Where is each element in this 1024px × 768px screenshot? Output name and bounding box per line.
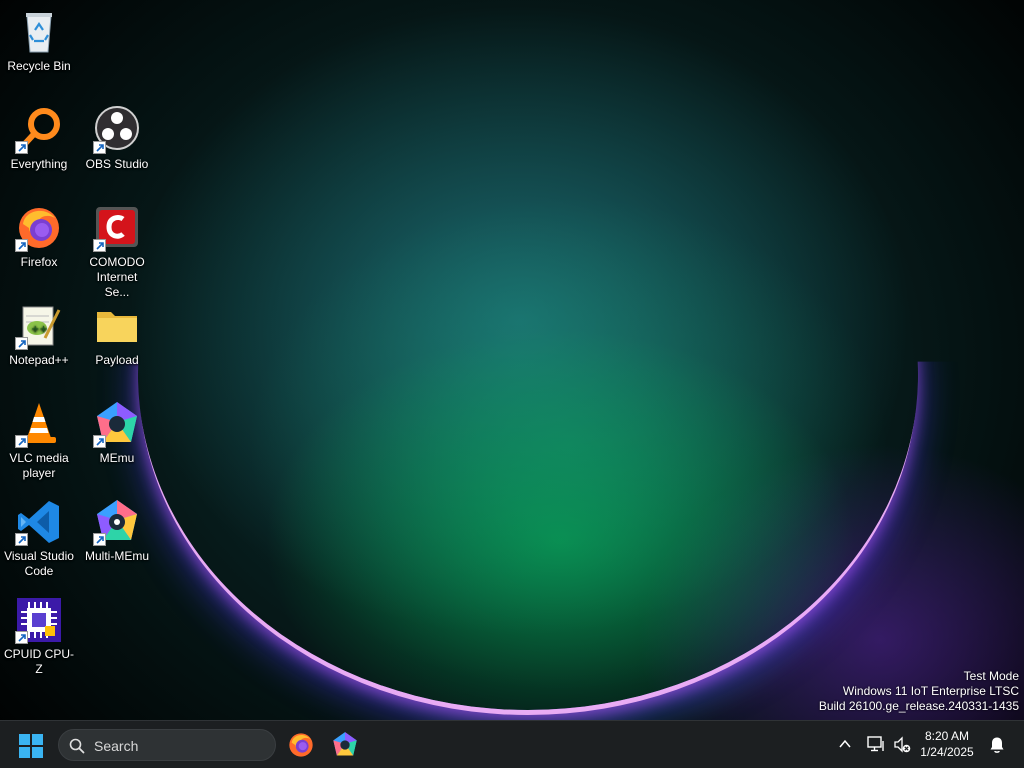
taskbar-clock[interactable]: 8:20 AM 1/24/2025: [912, 728, 982, 760]
desktop-icon-everything[interactable]: Everything: [1, 106, 77, 172]
desktop-icon-label: Notepad++: [9, 353, 69, 367]
desktop-icon-memu[interactable]: MEmu: [79, 400, 155, 466]
shortcut-arrow-icon: [93, 141, 106, 154]
desktop-icon-notepad-plus-plus[interactable]: ++ Notepad++: [1, 302, 77, 368]
watermark-line-build: Build 26100.ge_release.240331-1435: [818, 699, 1019, 713]
shortcut-arrow-icon: [93, 533, 106, 546]
show-hidden-icons-button[interactable]: [836, 721, 854, 768]
desktop-icon-multi-memu[interactable]: Multi-MEmu: [79, 498, 155, 564]
network-icon: [867, 736, 884, 752]
chevron-up-icon: [839, 739, 851, 748]
shortcut-arrow-icon: [93, 435, 106, 448]
shortcut-arrow-icon: [15, 435, 28, 448]
desktop-icon-label: MEmu: [99, 451, 135, 465]
desktop-icon-label: COMODO Internet Se...: [89, 255, 145, 299]
desktop-icon-cpu-z[interactable]: CPUID CPU-Z: [1, 596, 77, 677]
search-placeholder: Search: [94, 738, 139, 754]
comodo-icon: [93, 204, 141, 252]
shortcut-arrow-icon: [15, 337, 28, 350]
cpu-z-icon: [15, 596, 63, 644]
network-status-button[interactable]: [866, 721, 886, 768]
volume-button[interactable]: [892, 721, 912, 768]
test-mode-watermark: Test Mode Windows 11 IoT Enterprise LTSC…: [819, 669, 1019, 714]
search-icon: [69, 738, 85, 754]
desktop-icon-vlc[interactable]: VLC media player: [1, 400, 77, 481]
windows-logo-icon: [19, 734, 43, 758]
firefox-icon: [15, 204, 63, 252]
volume-muted-icon: [894, 736, 911, 753]
firefox-icon: [289, 733, 313, 757]
desktop-icon-obs-studio[interactable]: OBS Studio: [79, 106, 155, 172]
watermark-line-edition: Windows 11 IoT Enterprise LTSC: [842, 684, 1019, 698]
shortcut-arrow-icon: [93, 239, 106, 252]
shortcut-arrow-icon: [15, 533, 28, 546]
recycle-bin-icon: [15, 8, 63, 56]
everything-search-icon: [15, 106, 63, 154]
svg-text:++: ++: [31, 324, 48, 335]
notifications-button[interactable]: [986, 721, 1008, 768]
taskbar-search-box[interactable]: Search: [58, 729, 276, 761]
desktop-icon-vscode[interactable]: Visual Studio Code: [1, 498, 77, 579]
memu-icon: [93, 400, 141, 448]
desktop-icon-label: Recycle Bin: [7, 59, 71, 73]
desktop-icon-comodo[interactable]: COMODO Internet Se...: [79, 204, 155, 300]
desktop-icon-label: VLC media player: [9, 451, 69, 480]
obs-studio-icon: [93, 106, 141, 154]
vscode-icon: [15, 498, 63, 546]
desktop-icon-label: Multi-MEmu: [84, 549, 149, 563]
desktop-icon-label: Payload: [95, 353, 139, 367]
taskbar-app-memu[interactable]: [331, 731, 359, 759]
watermark-line-mode: Test Mode: [963, 669, 1019, 683]
desktop-icon-label: OBS Studio: [85, 157, 149, 171]
shortcut-arrow-icon: [15, 141, 28, 154]
desktop-icon-payload[interactable]: Payload: [79, 302, 155, 368]
desktop-icon-label: Firefox: [20, 255, 58, 269]
folder-icon: [93, 302, 141, 350]
desktop-icon-label: CPUID CPU-Z: [3, 647, 74, 676]
vlc-icon: [15, 400, 63, 448]
notepad-plus-plus-icon: ++: [15, 302, 63, 350]
clock-date: 1/24/2025: [920, 745, 974, 759]
shortcut-arrow-icon: [15, 631, 28, 644]
multi-memu-icon: [93, 498, 141, 546]
bell-icon: [990, 737, 1004, 753]
start-button[interactable]: [18, 733, 44, 759]
desktop-icon-label: Visual Studio Code: [4, 549, 74, 578]
desktop-icon-firefox[interactable]: Firefox: [1, 204, 77, 270]
shortcut-arrow-icon: [15, 239, 28, 252]
desktop-icon-recycle-bin[interactable]: Recycle Bin: [1, 8, 77, 74]
taskbar: Search 8:20 AM 1/24/2025: [0, 720, 1024, 768]
clock-time: 8:20 AM: [924, 729, 970, 743]
desktop-icon-label: Everything: [10, 157, 68, 171]
taskbar-app-firefox[interactable]: [287, 731, 315, 759]
memu-icon: [333, 732, 357, 756]
